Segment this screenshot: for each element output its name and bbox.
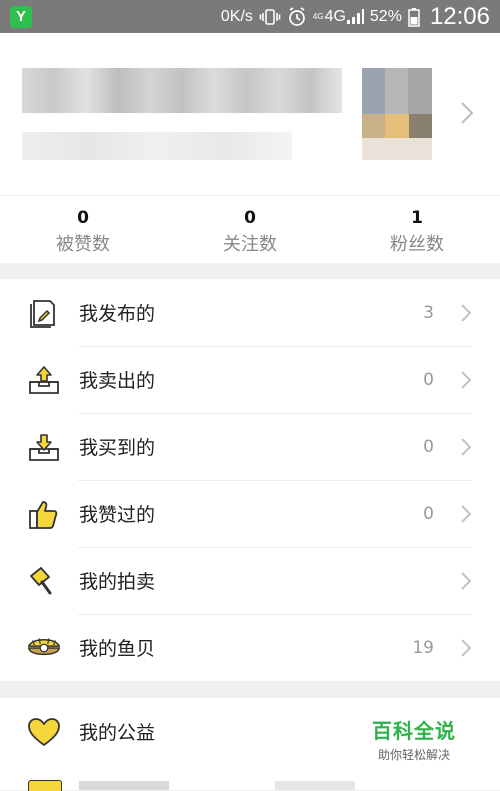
app-notification-icon: Y [10, 6, 32, 28]
shell-icon [26, 630, 62, 666]
menu-item-label: 我的鱼贝 [79, 638, 156, 660]
document-pen-icon [26, 295, 62, 331]
menu-item-count: 19 [412, 637, 434, 658]
menu-item-label: 我赞过的 [79, 504, 156, 526]
blurred-username [22, 68, 342, 113]
stat-value: 1 [411, 208, 423, 228]
menu-item-label: 我的公益 [79, 722, 156, 744]
chevron-right-icon [461, 370, 472, 389]
watermark-subtitle: 助你轻松解决 [377, 748, 450, 762]
chevron-right-icon [461, 303, 472, 322]
menu-item-count: 0 [423, 369, 434, 390]
partial-item-label [275, 781, 355, 790]
chevron-right-icon [461, 504, 472, 523]
menu-item-label: 我买到的 [79, 437, 156, 459]
status-bar: Y 0K/s 4G 4G 52% 12:06 [0, 0, 500, 33]
stat-followers[interactable]: 1 粉丝数 [334, 196, 500, 264]
battery-icon [408, 7, 420, 27]
watermark-title: 百科全说 [372, 719, 456, 743]
menu-item-liked[interactable]: 我赞过的 0 [0, 480, 500, 547]
stat-label: 被赞数 [56, 234, 110, 255]
profile-stats: 0 被赞数 0 关注数 1 粉丝数 [0, 195, 500, 264]
stat-label: 关注数 [223, 234, 277, 255]
menu-item-label: 我卖出的 [79, 370, 156, 392]
stat-value: 0 [77, 208, 89, 228]
profile-card[interactable]: 0 被赞数 0 关注数 1 粉丝数 [0, 33, 500, 263]
avatar[interactable] [362, 68, 432, 160]
stat-likes[interactable]: 0 被赞数 [0, 196, 166, 264]
stat-following[interactable]: 0 关注数 [166, 196, 334, 264]
tray-upload-icon [26, 362, 62, 398]
stat-value: 0 [244, 208, 256, 228]
chevron-right-icon [461, 571, 472, 590]
clock: 12:06 [429, 2, 490, 30]
menu-item-label: 我的拍卖 [79, 571, 156, 593]
signal-4g: 4G 4G [313, 8, 364, 26]
menu-item-bought[interactable]: 我买到的 0 [0, 413, 500, 480]
menu-item-shells[interactable]: 我的鱼贝 19 [0, 614, 500, 681]
blurred-profile-info [22, 132, 292, 160]
menu-item-sold[interactable]: 我卖出的 0 [0, 346, 500, 413]
status-indicators: 0K/s 4G 4G 52% 12:06 [221, 0, 490, 33]
menu-item-count: 3 [423, 302, 434, 323]
heart-icon [26, 714, 62, 750]
network-speed: 0K/s [220, 7, 253, 25]
chevron-right-icon [461, 437, 472, 456]
menu-list: 我发布的 3 我卖出的 0 我买到的 0 我赞过的 0 我的拍卖 我的鱼贝 19 [0, 279, 500, 681]
auction-hammer-icon [26, 563, 62, 599]
partial-item-icon [28, 780, 62, 791]
partial-item-label [79, 781, 169, 790]
tray-download-icon [26, 429, 62, 465]
menu-item-partial[interactable] [0, 765, 500, 791]
stat-label: 粉丝数 [390, 234, 444, 255]
menu-item-label: 我发布的 [79, 303, 156, 325]
chevron-right-icon [461, 638, 472, 657]
watermark: 百科全说 助你轻松解决 [372, 715, 456, 763]
signal-bars-icon [346, 8, 364, 24]
thumbs-up-icon [26, 496, 62, 532]
vibrate-icon [259, 8, 281, 26]
chevron-right-icon [461, 102, 474, 124]
menu-item-count: 0 [423, 436, 434, 457]
menu-item-count: 0 [423, 503, 434, 524]
alarm-icon [287, 6, 307, 27]
menu-item-published[interactable]: 我发布的 3 [0, 279, 500, 346]
battery-percent: 52% [369, 7, 402, 25]
menu-item-auction[interactable]: 我的拍卖 [0, 547, 500, 614]
